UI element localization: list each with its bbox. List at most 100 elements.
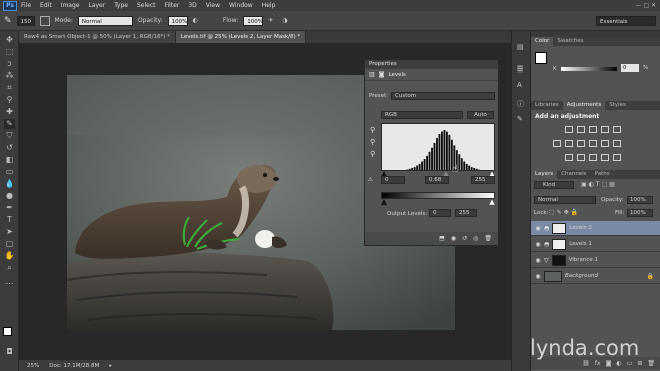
- brightness-icon[interactable]: [565, 126, 573, 133]
- info-panel-icon[interactable]: ⓘ: [517, 99, 524, 109]
- pressure-opacity-icon[interactable]: ◐: [193, 17, 198, 24]
- blur-tool-icon[interactable]: 💧: [4, 179, 15, 189]
- k-slider[interactable]: [561, 67, 617, 71]
- clip-to-layer-icon[interactable]: ⬒: [439, 235, 445, 242]
- character-panel-icon[interactable]: A: [517, 81, 522, 89]
- status-arrow-icon[interactable]: ▸: [109, 363, 112, 369]
- zoom-tool-icon[interactable]: ⌕: [4, 263, 15, 273]
- move-tool-icon[interactable]: ✥: [4, 35, 15, 45]
- output-black-field[interactable]: 0: [429, 209, 451, 217]
- new-adjustment-icon[interactable]: ◐: [616, 360, 621, 367]
- layer-name[interactable]: Levels 1: [569, 241, 592, 247]
- menu-filter[interactable]: Filter: [165, 2, 180, 9]
- input-white-field[interactable]: 255: [471, 176, 495, 184]
- tab-paths[interactable]: Paths: [591, 170, 614, 179]
- flow-field[interactable]: 100%: [243, 15, 264, 26]
- eye-icon[interactable]: ◉: [535, 273, 541, 280]
- quick-select-tool-icon[interactable]: ⁂: [4, 71, 15, 81]
- properties-panel-icon[interactable]: ☰: [517, 65, 524, 73]
- workspace-select[interactable]: Essentials: [596, 15, 656, 26]
- layer-row-levels-1[interactable]: ◉ ◓ Levels 1: [531, 237, 660, 252]
- input-black-field[interactable]: 0: [381, 176, 405, 184]
- output-white-field[interactable]: 255: [455, 209, 477, 217]
- link-layers-icon[interactable]: ⛓: [582, 360, 590, 367]
- output-white-slider[interactable]: [488, 199, 495, 205]
- menu-file[interactable]: File: [21, 2, 31, 9]
- lock-icon[interactable]: 🔒: [647, 273, 654, 280]
- history-panel-icon[interactable]: ▤: [517, 43, 524, 51]
- blend-mode-select[interactable]: Normal: [534, 196, 596, 204]
- menu-edit[interactable]: Edit: [40, 2, 52, 9]
- output-slider-track[interactable]: [381, 199, 495, 205]
- brush-tool-icon[interactable]: ✎: [4, 16, 12, 26]
- eyedropper-white-icon[interactable]: ⚲: [370, 150, 375, 158]
- invert-icon[interactable]: [565, 154, 573, 161]
- tab-styles[interactable]: Styles: [605, 101, 630, 110]
- levels-icon[interactable]: [577, 126, 585, 133]
- hue-sat-icon[interactable]: [553, 140, 561, 147]
- brush-panel-icon[interactable]: [39, 15, 50, 26]
- mode-select[interactable]: Normal: [77, 15, 133, 26]
- layer-name[interactable]: Levels 2: [569, 225, 592, 231]
- reset-icon[interactable]: ↺: [462, 235, 467, 242]
- new-layer-icon[interactable]: ⊞: [637, 360, 642, 367]
- menu-select[interactable]: Select: [137, 2, 156, 9]
- history-brush-icon[interactable]: ↺: [4, 143, 15, 153]
- brush-size-field[interactable]: 150: [16, 15, 35, 26]
- clipping-warning-icon[interactable]: ⚠: [368, 177, 373, 183]
- eyedropper-gray-icon[interactable]: ⚲: [370, 138, 375, 146]
- add-mask-icon[interactable]: ◙: [606, 360, 612, 367]
- hand-tool-icon[interactable]: ✋: [4, 251, 15, 261]
- channel-select[interactable]: RGB: [381, 111, 463, 119]
- layer-name[interactable]: Background: [565, 273, 598, 279]
- color-lookup-icon[interactable]: [613, 140, 621, 147]
- exposure-icon[interactable]: [601, 126, 609, 133]
- path-select-icon[interactable]: ➤: [4, 227, 15, 237]
- more-tools-icon[interactable]: …: [4, 277, 15, 287]
- layer-mask-thumbnail[interactable]: [552, 238, 567, 250]
- menu-view[interactable]: View: [206, 2, 220, 9]
- menu-type[interactable]: Type: [114, 2, 128, 9]
- photo-filter-icon[interactable]: [589, 140, 597, 147]
- quick-mask-icon[interactable]: ◘: [4, 347, 15, 357]
- doc-size-readout[interactable]: Doc: 17.1M/28.8M: [49, 363, 99, 369]
- layer-row-vibrance-1[interactable]: ◉ ▽ Vibrance 1: [531, 253, 660, 268]
- airbrush-icon[interactable]: ✈: [268, 17, 273, 24]
- tab-layers[interactable]: Layers: [531, 170, 558, 179]
- layer-style-icon[interactable]: fx: [595, 360, 601, 367]
- menu-help[interactable]: Help: [262, 2, 276, 9]
- preset-select[interactable]: Custom: [391, 92, 495, 100]
- channel-mixer-icon[interactable]: [601, 140, 609, 147]
- opacity-field[interactable]: 100%: [167, 15, 188, 26]
- eyedropper-tool-icon[interactable]: ⚲: [4, 95, 15, 105]
- layer-filter-icons[interactable]: ▣◐T⬚▤: [581, 181, 617, 188]
- zoom-readout[interactable]: 25%: [27, 363, 39, 369]
- menu-3d[interactable]: 3D: [188, 2, 196, 9]
- lasso-tool-icon[interactable]: ↄ: [4, 59, 15, 69]
- tab-adjustments[interactable]: Adjustments: [562, 101, 606, 110]
- layer-mask-thumbnail[interactable]: [552, 222, 567, 234]
- fill-field[interactable]: 100%: [627, 209, 653, 217]
- black-white-icon[interactable]: [577, 140, 585, 147]
- kind-filter-select[interactable]: Kind: [534, 181, 574, 189]
- healing-tool-icon[interactable]: ✚: [4, 107, 15, 117]
- gradient-map-icon[interactable]: [613, 154, 621, 161]
- eye-icon[interactable]: ◉: [535, 241, 541, 248]
- window-controls-icon[interactable]: — □ ✕: [635, 2, 656, 9]
- pressure-size-icon[interactable]: ◑: [282, 17, 287, 24]
- stamp-tool-icon[interactable]: ⛉: [4, 131, 15, 141]
- marquee-tool-icon[interactable]: ⬚: [4, 47, 15, 57]
- layer-row-background[interactable]: ◉ Background 🔒: [531, 269, 660, 284]
- color-balance-icon[interactable]: [565, 140, 573, 147]
- type-tool-icon[interactable]: T: [4, 215, 15, 225]
- layer-row-levels-2[interactable]: ◉ ◓ Levels 2: [531, 221, 660, 236]
- properties-title[interactable]: Properties: [365, 60, 498, 69]
- auto-button[interactable]: Auto: [467, 111, 494, 119]
- eye-icon[interactable]: ◉: [535, 257, 541, 264]
- brush-tool-icon[interactable]: ✎: [4, 119, 15, 129]
- tab-color[interactable]: Color: [531, 37, 554, 46]
- tab-raw4[interactable]: Raw4 as Smart Object-1 @ 50% (Layer 1, R…: [19, 31, 176, 43]
- crop-tool-icon[interactable]: ⌗: [4, 83, 15, 93]
- dodge-tool-icon[interactable]: ●: [4, 191, 15, 201]
- layer-opacity-field[interactable]: 100%: [627, 196, 653, 204]
